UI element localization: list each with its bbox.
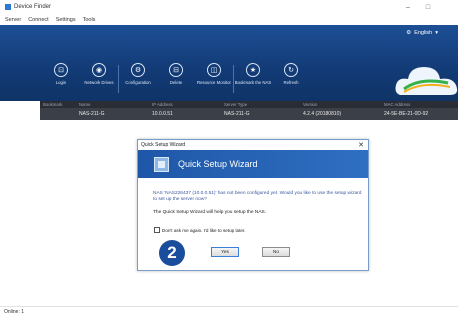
menu-connect[interactable]: Connect: [28, 17, 49, 23]
cell-mac-address: 24-5E-BE-21-0D-92: [384, 111, 429, 117]
configuration-button[interactable]: ⚙ Configuration: [119, 63, 157, 93]
dont-ask-checkbox[interactable]: Don't ask me again. I'd like to setup la…: [154, 227, 245, 233]
wizard-icon: [154, 156, 169, 172]
cloud-logo-icon: [395, 67, 458, 95]
delete-button[interactable]: ⊟ Delete: [157, 63, 195, 93]
gear-icon: ⚙: [131, 63, 145, 77]
close-icon[interactable]: ✕: [354, 141, 368, 149]
col-name[interactable]: Name: [73, 102, 148, 107]
col-version[interactable]: Version: [299, 102, 380, 107]
toolbar-buttons: ⊡ Login ◉ Network Drives ⚙ Configuration…: [42, 63, 310, 93]
gear-icon: ⚙: [406, 30, 412, 36]
bookmark-label: Bookmark the NAS: [234, 80, 272, 85]
maximize-button[interactable]: □: [418, 4, 438, 11]
login-button[interactable]: ⊡ Login: [42, 63, 80, 93]
cell-version: 4.2.4 (20180810): [303, 111, 342, 117]
refresh-label: Refresh: [283, 80, 299, 85]
language-label: English: [414, 30, 433, 36]
checkbox-box[interactable]: [154, 227, 160, 233]
resource-monitor-button[interactable]: ◫ Resource Monitor: [195, 63, 233, 93]
menu-bar: Server Connect Settings Tools: [0, 14, 458, 25]
checkbox-label: Don't ask me again. I'd like to setup la…: [162, 227, 246, 233]
configuration-label: Configuration: [125, 80, 151, 85]
delete-label: Delete: [169, 80, 183, 85]
bookmark-button[interactable]: ★ Bookmark the NAS: [234, 63, 272, 93]
menu-tools[interactable]: Tools: [83, 17, 96, 23]
col-mac-address[interactable]: MAC Address: [380, 102, 458, 107]
dialog-heading: Quick Setup Wizard: [178, 159, 258, 169]
no-button[interactable]: No: [262, 247, 290, 257]
status-bar: Online: 1: [0, 306, 458, 317]
network-drives-label: Network Drives: [84, 80, 114, 85]
app-icon: [5, 4, 11, 10]
star-icon: ★: [246, 63, 260, 77]
cell-name: NAS-211-G: [79, 111, 105, 117]
menu-server[interactable]: Server: [5, 17, 21, 23]
col-server-type[interactable]: Server Type: [220, 102, 299, 107]
chevron-down-icon: ▾: [435, 30, 438, 36]
dialog-info: The Quick Setup Wizard will help you set…: [153, 210, 267, 215]
step-number-badge: 2: [159, 240, 185, 266]
menu-settings[interactable]: Settings: [56, 17, 76, 23]
dialog-title-bar: Quick Setup Wizard ✕: [138, 140, 368, 150]
minimize-button[interactable]: –: [398, 4, 418, 11]
dialog-message: NAS 'NAS226437 (10.0.0.51)' has not been…: [153, 191, 362, 202]
table-row[interactable]: NAS-211-G 10.0.0.51 NAS-211-G 4.2.4 (201…: [40, 108, 458, 120]
yes-button[interactable]: Yes: [211, 247, 239, 257]
cell-server-type: NAS-211-G: [224, 111, 250, 117]
login-icon: ⊡: [54, 63, 68, 77]
refresh-button[interactable]: ↻ Refresh: [272, 63, 310, 93]
monitor-icon: ◫: [207, 63, 221, 77]
language-selector[interactable]: ⚙ English ▾: [406, 30, 438, 36]
dialog-banner: Quick Setup Wizard: [138, 150, 368, 178]
toolbar: ⚙ English ▾ ⊡ Login ◉ Network Drives ⚙ C…: [0, 25, 458, 101]
login-label: Login: [55, 80, 67, 85]
dialog-title: Quick Setup Wizard: [141, 142, 186, 148]
table-header: Bookmark Name IP Address Server Type Ver…: [40, 101, 458, 108]
cell-ip-address: 10.0.0.51: [152, 111, 173, 117]
status-text: Online: 1: [4, 309, 25, 315]
network-drives-button[interactable]: ◉ Network Drives: [80, 63, 118, 93]
resource-monitor-label: Resource Monitor: [197, 80, 231, 85]
refresh-icon: ↻: [284, 63, 298, 77]
col-ip-address[interactable]: IP Address: [148, 102, 220, 107]
title-bar: Device Finder – □: [0, 0, 458, 14]
window-title: Device Finder: [14, 4, 52, 10]
col-bookmark[interactable]: Bookmark: [40, 102, 73, 107]
network-drive-icon: ◉: [92, 63, 106, 77]
delete-icon: ⊟: [169, 63, 183, 77]
